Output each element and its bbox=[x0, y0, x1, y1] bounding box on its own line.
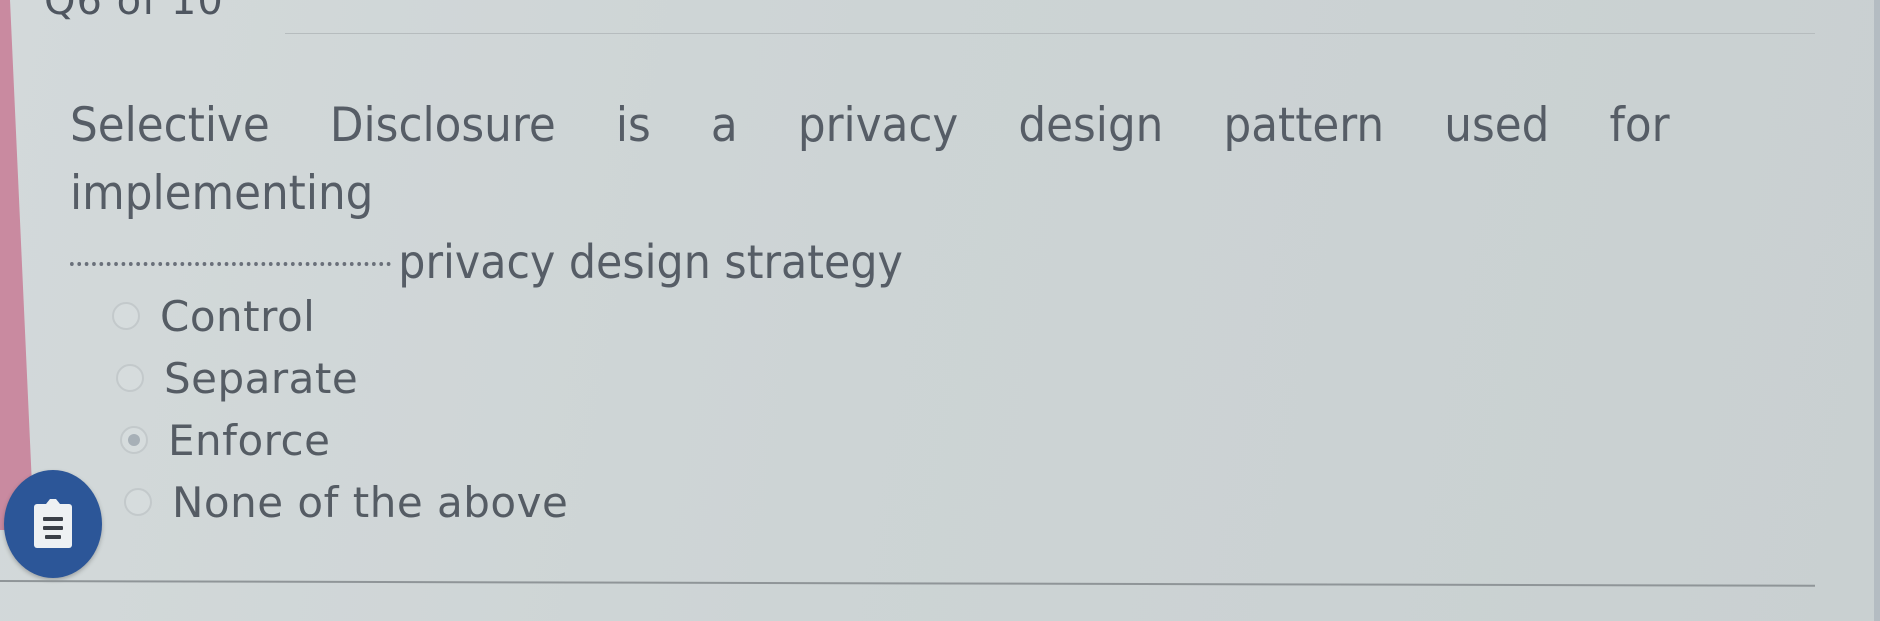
option-control[interactable]: Control bbox=[112, 285, 568, 347]
answer-blank bbox=[70, 262, 391, 266]
card-accent-bar bbox=[0, 0, 34, 530]
question-text: Selective Disclosure is a privacy design… bbox=[70, 92, 1670, 297]
option-enforce[interactable]: Enforce bbox=[120, 409, 568, 471]
radio-none-of-the-above[interactable] bbox=[124, 488, 152, 516]
question-line-2: privacy design strategy bbox=[398, 235, 903, 289]
option-label: Enforce bbox=[168, 415, 331, 465]
option-separate[interactable]: Separate bbox=[116, 347, 568, 409]
option-label: Separate bbox=[164, 353, 359, 403]
question-counter: Q6 of 10 bbox=[44, 0, 224, 24]
notes-fab-button[interactable] bbox=[4, 470, 102, 578]
clipboard-list-icon bbox=[34, 499, 72, 548]
option-label: Control bbox=[160, 291, 316, 341]
bottom-divider bbox=[0, 580, 1815, 587]
quiz-page: Q6 of 10 Selective Disclosure is a priva… bbox=[0, 0, 1880, 621]
question-line-1: Selective Disclosure is a privacy design… bbox=[70, 98, 1670, 221]
top-divider bbox=[285, 33, 1815, 34]
radio-enforce[interactable] bbox=[120, 426, 148, 454]
option-none-of-the-above[interactable]: None of the above bbox=[124, 471, 568, 533]
radio-control[interactable] bbox=[112, 302, 140, 330]
option-label: None of the above bbox=[172, 477, 569, 527]
radio-separate[interactable] bbox=[116, 364, 144, 392]
scrollbar-track[interactable] bbox=[1874, 0, 1880, 621]
answer-options: Control Separate Enforce None of the abo… bbox=[112, 285, 568, 533]
